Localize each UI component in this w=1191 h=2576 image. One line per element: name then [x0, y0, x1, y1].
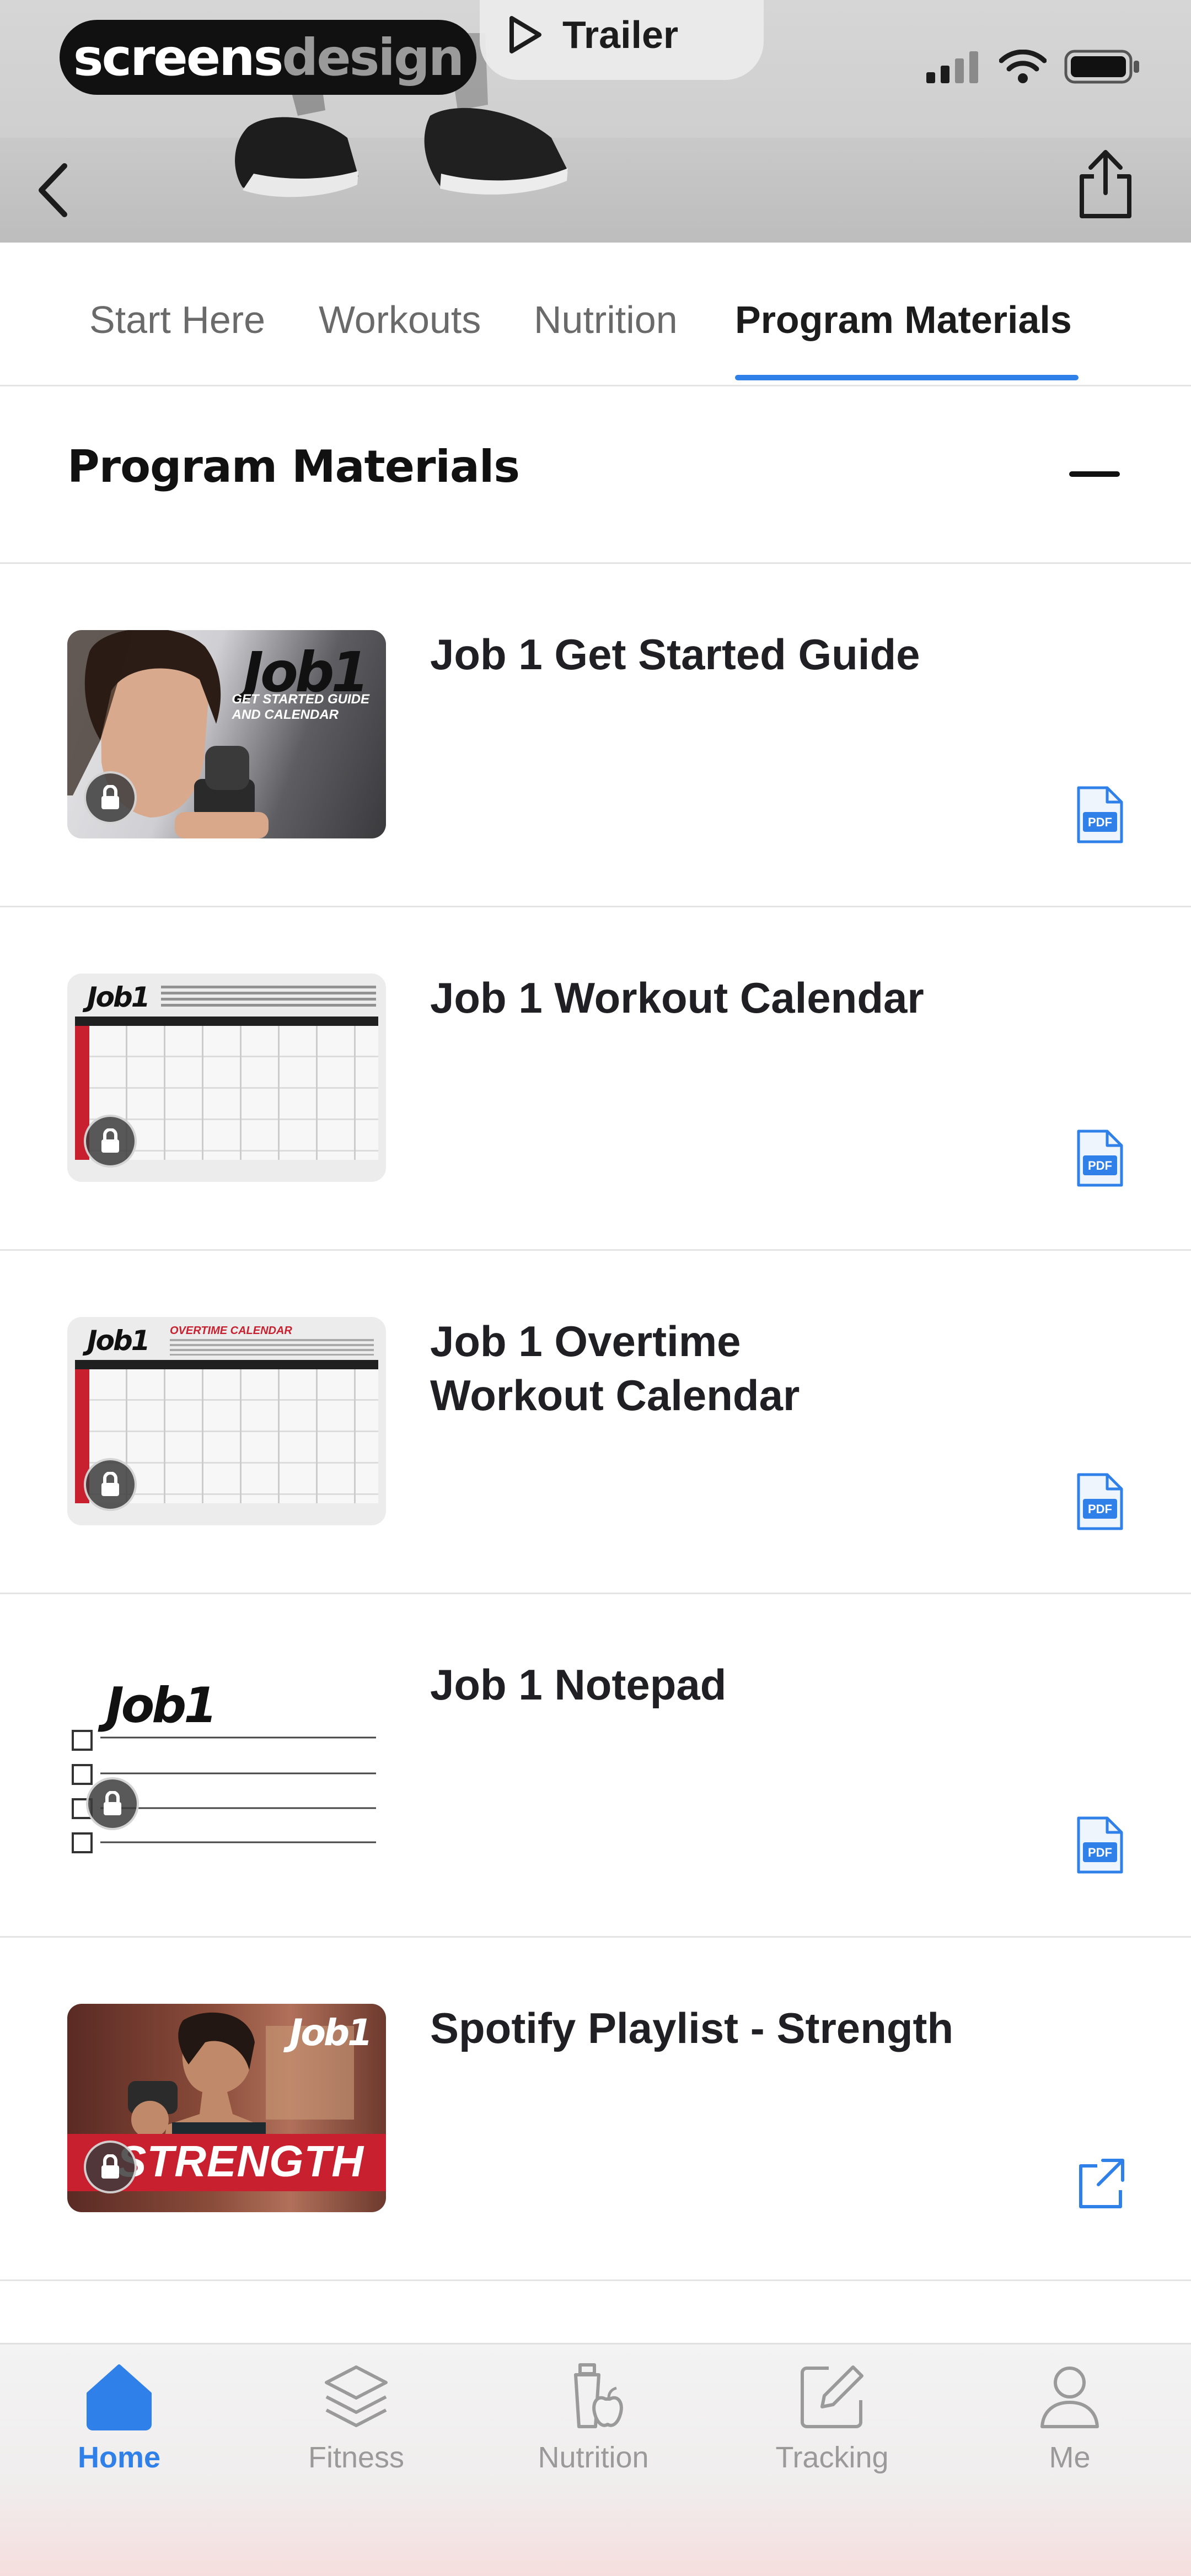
tab-nutrition[interactable]: Nutrition — [534, 298, 678, 342]
back-button[interactable] — [22, 149, 83, 232]
thumb-caption: STRENGTH — [117, 2137, 364, 2186]
brand-logo-part1: screens — [73, 28, 284, 87]
calendar-header — [75, 1360, 378, 1370]
play-icon — [509, 15, 541, 53]
pdf-icon[interactable]: PDF — [1075, 1128, 1125, 1188]
hero-floor — [0, 138, 1191, 243]
lock-icon — [101, 1472, 119, 1496]
edit-icon — [796, 2361, 868, 2433]
thumb-caption: OVERTIME CALENDAR — [170, 1325, 292, 1337]
item-title: Job 1 Workout Calendar — [430, 974, 924, 1022]
thumb-header-lines — [161, 986, 376, 1010]
item-title: Job 1 Notepad — [430, 1660, 727, 1709]
pdf-icon[interactable]: PDF — [1075, 1815, 1125, 1875]
pdf-icon[interactable]: PDF — [1075, 1471, 1125, 1532]
external-link-icon[interactable] — [1075, 2153, 1125, 2213]
wifi-icon — [999, 50, 1047, 83]
collapse-button[interactable] — [1064, 452, 1125, 496]
share-icon — [1080, 150, 1131, 218]
lock-icon — [101, 785, 119, 809]
list-item[interactable]: Job1 OVERTIME CALENDAR Job 1 Overtime Wo… — [0, 1251, 1191, 1594]
nav-me[interactable]: Me — [987, 2361, 1152, 2475]
battery-icon — [1064, 50, 1139, 84]
pdf-label: PDF — [1088, 815, 1112, 829]
person-icon — [1034, 2361, 1106, 2433]
signal-icon — [926, 51, 978, 83]
pdf-label: PDF — [1088, 1159, 1112, 1173]
nav-label: Nutrition — [538, 2441, 649, 2474]
segment-tabs: Start Here Workouts Nutrition Program Ma… — [0, 243, 1191, 386]
thumb-logo: Job1 — [87, 1325, 151, 1357]
trailer-label: Trailer — [562, 13, 679, 56]
pdf-icon[interactable]: PDF — [1075, 784, 1125, 845]
calendar-header — [75, 1017, 378, 1026]
status-icons — [926, 50, 1141, 84]
thumb-caption-2: AND CALENDAR — [232, 707, 339, 722]
chevron-left-icon — [39, 163, 67, 217]
section-title: Program Materials — [67, 441, 520, 492]
thumb-header-lines — [170, 1339, 374, 1356]
item-thumbnail: Job1 — [67, 974, 386, 1182]
nav-tracking[interactable]: Tracking — [749, 2361, 915, 2475]
nav-nutrition[interactable]: Nutrition — [511, 2361, 676, 2475]
thumb-caption: GET STARTED GUIDE — [232, 692, 369, 707]
item-thumbnail: Job1 — [67, 1660, 386, 1869]
lock-badge — [84, 1458, 137, 1511]
pdf-label: PDF — [1088, 1502, 1112, 1516]
section-header[interactable]: Program Materials — [0, 386, 1191, 564]
nav-label: Me — [1049, 2441, 1091, 2474]
share-button[interactable] — [1070, 141, 1141, 229]
list-item[interactable]: Job1 Job 1 Notepad PDF — [0, 1594, 1191, 1938]
trailer-button[interactable]: Trailer — [480, 0, 764, 80]
home-icon — [83, 2361, 155, 2433]
list-item[interactable]: Job1 Job 1 Workout Calendar PDF — [0, 907, 1191, 1251]
shaker-apple-icon — [557, 2361, 629, 2433]
lock-icon — [101, 2154, 119, 2179]
thumb-logo: Job1 — [289, 2012, 373, 2054]
lock-badge — [84, 771, 137, 824]
list-item[interactable]: Job1 STRENGTH Spotify Playlist - Strengt… — [0, 1938, 1191, 2281]
nav-label: Fitness — [308, 2441, 405, 2474]
lock-icon — [101, 1128, 119, 1153]
minus-icon — [1069, 471, 1120, 477]
brand-logo: screens design — [60, 20, 476, 95]
nav-fitness[interactable]: Fitness — [273, 2361, 439, 2475]
list-item[interactable]: Job1 GET STARTED GUIDE AND CALENDAR Job … — [0, 564, 1191, 907]
notepad-lines — [72, 1730, 376, 1853]
thumb-logo: Job1 — [87, 981, 151, 1013]
tab-workouts[interactable]: Workouts — [319, 298, 481, 342]
status-bar: screens design Trailer — [0, 0, 1191, 110]
pdf-label: PDF — [1088, 1846, 1112, 1859]
lock-badge — [84, 1115, 137, 1168]
lock-badge — [84, 2141, 137, 2193]
item-title: Job 1 Get Started Guide — [430, 630, 920, 679]
bottom-tab-bar: Home Fitness Nutrition Tracking Me — [0, 2343, 1191, 2576]
item-title: Spotify Playlist - Strength — [430, 2004, 954, 2052]
item-thumbnail: Job1 OVERTIME CALENDAR — [67, 1317, 386, 1525]
lock-badge — [86, 1777, 139, 1830]
nav-home[interactable]: Home — [36, 2361, 202, 2475]
hero-image: screens design Trailer — [0, 0, 1191, 243]
tab-program-materials[interactable]: Program Materials — [735, 298, 1072, 342]
active-tab-indicator — [735, 375, 1079, 380]
item-thumbnail: Job1 GET STARTED GUIDE AND CALENDAR — [67, 630, 386, 838]
item-title: Job 1 Overtime Workout Calendar — [430, 1317, 800, 1419]
nav-label: Tracking — [775, 2441, 889, 2474]
brand-logo-part2: design — [282, 28, 464, 87]
nav-label: Home — [77, 2441, 161, 2474]
lock-icon — [104, 1791, 121, 1815]
layers-icon — [320, 2361, 392, 2433]
item-thumbnail: Job1 STRENGTH — [67, 2004, 386, 2212]
tab-start-here[interactable]: Start Here — [89, 298, 265, 342]
